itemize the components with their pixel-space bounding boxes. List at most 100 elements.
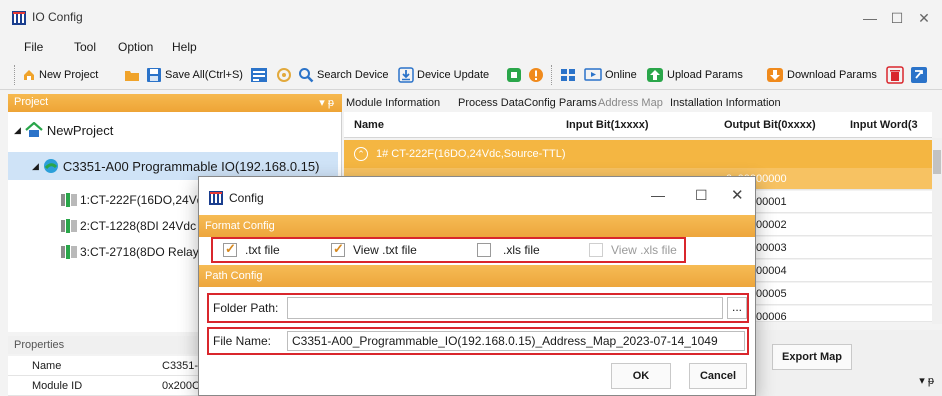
warning-button[interactable] — [528, 66, 547, 84]
cancel-button[interactable]: Cancel — [689, 363, 747, 389]
maximize-button[interactable]: ☐ — [885, 8, 909, 28]
tree-item-device-row[interactable]: ◢ C3351-A00 Programmable IO(192.168.0.15… — [32, 158, 319, 174]
tree-item-module[interactable]: 1:CT-222F(16DO,24Vd — [60, 192, 203, 208]
grid-group-row[interactable]: ⌃ 1# CT-222F(16DO,24Vdc,Source-TTL) — [344, 140, 932, 168]
tab-installation-information[interactable]: Installation Information — [670, 97, 781, 109]
menu-tool[interactable]: Tool — [74, 40, 96, 54]
checkbox-label: .txt file — [245, 243, 280, 257]
tab-process-data[interactable]: Process Data — [458, 97, 524, 109]
export-map-button[interactable]: Export Map — [772, 344, 852, 370]
config-icon — [251, 68, 267, 82]
view-xls-file-checkbox[interactable] — [589, 243, 603, 257]
file-name-highlight: File Name: C3351-A00_Programmable_IO(192… — [207, 327, 749, 355]
window-title: IO Config — [32, 10, 83, 24]
online-button[interactable]: Online — [584, 66, 637, 84]
checkbox-label: View .xls file — [611, 243, 677, 257]
toolbar: New Project Save All(Ctrl+S) Search Devi… — [0, 60, 942, 90]
toolbar-separator — [551, 65, 552, 85]
tree-item-label: NewProject — [46, 122, 114, 138]
file-name-input[interactable]: C3351-A00_Programmable_IO(192.168.0.15)_… — [287, 331, 745, 351]
download-params-button[interactable]: Download Params — [766, 66, 877, 84]
save-all-button[interactable]: Save All(Ctrl+S) — [146, 66, 243, 84]
tree-item-label: C3351-A00 Programmable IO(192.168.0.15) — [62, 158, 320, 174]
tree-item-module[interactable]: 2:CT-1228(8DI 24Vdc S — [60, 218, 207, 234]
open-folder-button[interactable] — [124, 66, 143, 84]
section-title: Format Config — [205, 220, 275, 232]
upload-icon — [647, 68, 663, 82]
network-icon — [561, 69, 575, 81]
upload-params-button[interactable]: Upload Params — [646, 66, 743, 84]
home-icon — [25, 122, 43, 137]
app-icon — [12, 11, 26, 25]
output-bit-cell: 00005 — [756, 288, 787, 300]
properties-title: Properties — [14, 339, 65, 351]
file-name-label: File Name: — [213, 334, 272, 348]
settings-button[interactable] — [276, 66, 295, 84]
xls-file-checkbox[interactable] — [477, 243, 491, 257]
close-button[interactable]: ✕ — [912, 8, 936, 28]
tree-item-project[interactable]: ◢ NewProject — [14, 122, 113, 138]
tree-item-module[interactable]: 3:CT-2718(8DO Relay ( — [60, 244, 206, 260]
tab-config-params[interactable]: Config Params — [524, 97, 597, 109]
folder-path-highlight: Folder Path: ... — [207, 293, 749, 323]
property-key: Name — [32, 360, 62, 372]
column-header[interactable]: Name — [354, 119, 384, 131]
menu-help[interactable]: Help — [172, 40, 197, 54]
new-project-label: New Project — [39, 69, 99, 81]
panel-pin-icon[interactable]: ▾ ᵽ — [919, 374, 934, 387]
delete-button[interactable] — [886, 66, 907, 84]
folder-path-input[interactable] — [287, 297, 723, 319]
config-button[interactable] — [250, 66, 271, 84]
search-device-button[interactable]: Search Device — [298, 66, 389, 84]
device-update-label: Device Update — [417, 69, 490, 81]
collapse-arrow-icon[interactable]: ◢ — [14, 125, 21, 136]
tree-item-label: 2:CT-1228(8DI 24Vdc S — [80, 219, 208, 233]
detail-tabs: Module Information Process Data Config P… — [344, 94, 942, 112]
property-value: 0x200C — [162, 380, 200, 392]
new-project-button[interactable]: New Project — [22, 66, 98, 84]
menu-option[interactable]: Option — [118, 40, 153, 54]
minimize-button[interactable]: — — [858, 8, 882, 28]
view-txt-file-checkbox[interactable]: ✓ — [331, 241, 345, 257]
collapse-arrow-icon[interactable]: ◢ — [32, 161, 39, 172]
tree-item-label: 1:CT-222F(16DO,24Vd — [80, 193, 204, 207]
output-bit-cell: 00001 — [756, 196, 787, 208]
browse-folder-button[interactable]: ... — [727, 297, 747, 319]
dialog-maximize-button[interactable]: ☐ — [695, 187, 708, 204]
download-icon — [767, 68, 783, 82]
menu-bar: File Tool Option Help — [0, 36, 942, 58]
menu-file[interactable]: File — [24, 40, 43, 54]
tab-address-map[interactable]: Address Map — [598, 97, 663, 109]
property-key: Module ID — [32, 380, 83, 392]
dialog-minimize-button[interactable]: — — [651, 187, 665, 203]
scrollbar-thumb[interactable] — [933, 150, 941, 174]
ok-button[interactable]: OK — [611, 363, 671, 389]
column-header[interactable]: Input Word(3 — [850, 119, 918, 131]
output-bit-cell: 00004 — [756, 265, 787, 277]
trash-icon — [886, 66, 904, 84]
grid-header: Name Input Bit(1xxxx) Output Bit(0xxxx) … — [344, 112, 932, 138]
tab-module-information[interactable]: Module Information — [346, 97, 440, 109]
panel-pin-icon[interactable]: ▾ ᵽ — [319, 96, 334, 109]
output-bit-cell: 00002 — [756, 219, 787, 231]
stop-button[interactable] — [506, 66, 525, 84]
new-project-icon — [24, 70, 34, 80]
device-update-button[interactable]: Device Update — [398, 66, 489, 84]
online-icon — [584, 68, 602, 81]
folder-path-label: Folder Path: — [213, 301, 279, 315]
module-icon — [61, 219, 77, 233]
network-button[interactable] — [560, 66, 579, 84]
checkbox-label: View .txt file — [353, 243, 417, 257]
grid-vertical-scrollbar[interactable] — [932, 138, 942, 324]
export-button[interactable] — [910, 66, 931, 84]
warning-icon — [529, 68, 543, 82]
folder-icon — [125, 71, 139, 81]
dialog-close-button[interactable]: ✕ — [731, 186, 744, 204]
column-header[interactable]: Output Bit(0xxxx) — [724, 119, 816, 131]
save-all-label: Save All(Ctrl+S) — [165, 69, 243, 81]
toolbar-grip — [14, 65, 15, 85]
collapse-group-icon[interactable]: ⌃ — [354, 147, 368, 161]
upload-params-label: Upload Params — [667, 69, 743, 81]
txt-file-checkbox[interactable]: ✓ — [223, 241, 237, 257]
column-header[interactable]: Input Bit(1xxxx) — [566, 119, 649, 131]
